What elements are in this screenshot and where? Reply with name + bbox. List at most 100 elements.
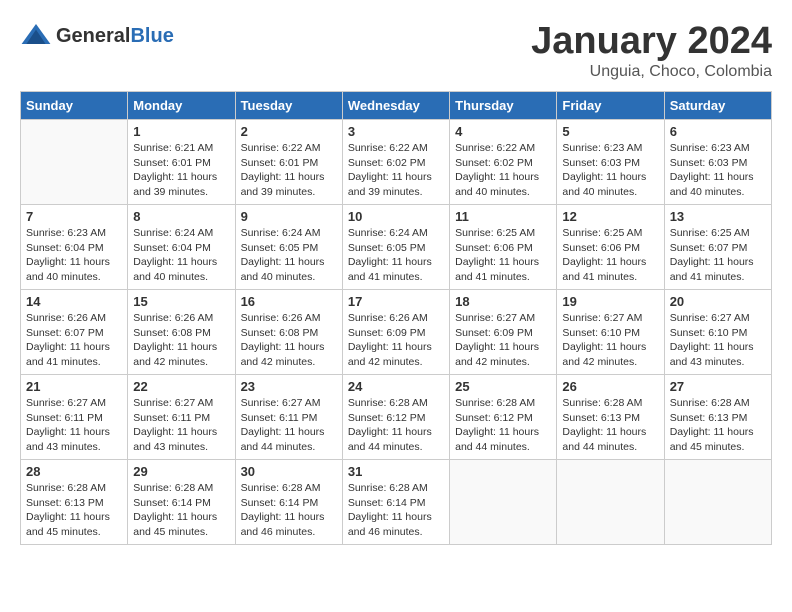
day-info: Sunrise: 6:28 AMSunset: 6:14 PMDaylight:… [348,481,444,540]
calendar-cell [664,460,771,545]
day-info: Sunrise: 6:27 AMSunset: 6:09 PMDaylight:… [455,311,551,370]
calendar-cell: 6 Sunrise: 6:23 AMSunset: 6:03 PMDaylight… [664,120,771,205]
calendar-cell: 5Sunrise: 6:23 AMSunset: 6:03 PMDaylight… [557,120,664,205]
day-info: Sunrise: 6:24 AMSunset: 6:04 PMDaylight:… [133,226,229,285]
day-number: 4 [455,124,551,139]
day-info: Sunrise: 6:28 AMSunset: 6:12 PMDaylight:… [348,396,444,455]
logo-blue: Blue [130,25,173,47]
weekday-header-friday: Friday [557,92,664,120]
calendar-cell: 19Sunrise: 6:27 AMSunset: 6:10 PMDayligh… [557,290,664,375]
day-info: Sunrise: 6:27 AMSunset: 6:11 PMDaylight:… [133,396,229,455]
calendar-cell: 25Sunrise: 6:28 AMSunset: 6:12 PMDayligh… [450,375,557,460]
day-info: Sunrise: 6:28 AMSunset: 6:14 PMDaylight:… [241,481,337,540]
day-number: 12 [562,209,658,224]
day-info: Sunrise: 6:28 AMSunset: 6:13 PMDaylight:… [26,481,122,540]
weekday-header-wednesday: Wednesday [342,92,449,120]
logo-general: General [56,25,130,47]
title-block: January 2024 Unguia, Choco, Colombia [531,20,772,81]
calendar-cell: 28 Sunrise: 6:28 AMSunset: 6:13 PMDayligh… [21,460,128,545]
calendar-cell: 7 Sunrise: 6:23 AMSunset: 6:04 PMDaylight… [21,205,128,290]
week-row-3: 21 Sunrise: 6:27 AMSunset: 6:11 PMDayligh… [21,375,772,460]
day-info: Sunrise: 6:22 AMSunset: 6:02 PMDaylight:… [348,141,444,200]
day-info: Sunrise: 6:28 AMSunset: 6:13 PMDaylight:… [562,396,658,455]
weekday-header-sunday: Sunday [21,92,128,120]
calendar-cell: 15Sunrise: 6:26 AMSunset: 6:08 PMDayligh… [128,290,235,375]
calendar-cell: 17 Sunrise: 6:26 AMSunset: 6:09 PMDayligh… [342,290,449,375]
weekday-header-monday: Monday [128,92,235,120]
day-number: 13 [670,209,766,224]
weekday-header-thursday: Thursday [450,92,557,120]
calendar-cell: 29 Sunrise: 6:28 AMSunset: 6:14 PMDayligh… [128,460,235,545]
calendar-cell: 8 Sunrise: 6:24 AMSunset: 6:04 PMDaylight… [128,205,235,290]
calendar-cell: 21 Sunrise: 6:27 AMSunset: 6:11 PMDayligh… [21,375,128,460]
weekday-header-tuesday: Tuesday [235,92,342,120]
day-info: Sunrise: 6:23 AMSunset: 6:03 PMDaylight:… [670,141,766,200]
calendar-table: SundayMondayTuesdayWednesdayThursdayFrid… [20,91,772,545]
day-info: Sunrise: 6:26 AMSunset: 6:09 PMDaylight:… [348,311,444,370]
day-info: Sunrise: 6:27 AMSunset: 6:11 PMDaylight:… [241,396,337,455]
day-info: Sunrise: 6:28 AMSunset: 6:14 PMDaylight:… [133,481,229,540]
day-number: 16 [241,294,337,309]
calendar-cell: 23 Sunrise: 6:27 AMSunset: 6:11 PMDayligh… [235,375,342,460]
day-info: Sunrise: 6:27 AMSunset: 6:11 PMDaylight:… [26,396,122,455]
calendar-cell [21,120,128,205]
day-info: Sunrise: 6:26 AMSunset: 6:08 PMDaylight:… [133,311,229,370]
day-info: Sunrise: 6:26 AMSunset: 6:08 PMDaylight:… [241,311,337,370]
day-number: 31 [348,464,444,479]
day-number: 17 [348,294,444,309]
day-number: 1 [133,124,229,139]
day-number: 28 [26,464,122,479]
day-number: 3 [348,124,444,139]
calendar-cell: 30 Sunrise: 6:28 AMSunset: 6:14 PMDayligh… [235,460,342,545]
calendar-cell: 20 Sunrise: 6:27 AMSunset: 6:10 PMDayligh… [664,290,771,375]
day-number: 26 [562,379,658,394]
day-number: 9 [241,209,337,224]
day-number: 30 [241,464,337,479]
day-info: Sunrise: 6:25 AMSunset: 6:07 PMDaylight:… [670,226,766,285]
day-number: 8 [133,209,229,224]
calendar-cell: 18 Sunrise: 6:27 AMSunset: 6:09 PMDayligh… [450,290,557,375]
calendar-cell: 22 Sunrise: 6:27 AMSunset: 6:11 PMDayligh… [128,375,235,460]
calendar-cell: 14 Sunrise: 6:26 AMSunset: 6:07 PMDayligh… [21,290,128,375]
weekday-header-saturday: Saturday [664,92,771,120]
calendar-cell: 2 Sunrise: 6:22 AMSunset: 6:01 PMDaylight… [235,120,342,205]
calendar-cell: 24 Sunrise: 6:28 AMSunset: 6:12 PMDayligh… [342,375,449,460]
page-header: GeneralBlue January 2024 Unguia, Choco, … [20,20,772,81]
day-number: 14 [26,294,122,309]
calendar-cell: 4 Sunrise: 6:22 AMSunset: 6:02 PMDaylight… [450,120,557,205]
day-number: 22 [133,379,229,394]
day-info: Sunrise: 6:22 AMSunset: 6:02 PMDaylight:… [455,141,551,200]
day-number: 20 [670,294,766,309]
day-info: Sunrise: 6:22 AMSunset: 6:01 PMDaylight:… [241,141,337,200]
calendar-cell: 11Sunrise: 6:25 AMSunset: 6:06 PMDayligh… [450,205,557,290]
day-number: 23 [241,379,337,394]
day-info: Sunrise: 6:24 AMSunset: 6:05 PMDaylight:… [241,226,337,285]
calendar-cell: 26 Sunrise: 6:28 AMSunset: 6:13 PMDayligh… [557,375,664,460]
calendar-cell: 27Sunrise: 6:28 AMSunset: 6:13 PMDayligh… [664,375,771,460]
day-number: 5 [562,124,658,139]
logo: GeneralBlue [20,20,174,52]
day-number: 24 [348,379,444,394]
day-number: 29 [133,464,229,479]
location: Unguia, Choco, Colombia [531,63,772,81]
calendar-cell: 10Sunrise: 6:24 AMSunset: 6:05 PMDayligh… [342,205,449,290]
day-info: Sunrise: 6:25 AMSunset: 6:06 PMDaylight:… [562,226,658,285]
calendar-cell: 3 Sunrise: 6:22 AMSunset: 6:02 PMDaylight… [342,120,449,205]
day-number: 7 [26,209,122,224]
day-number: 6 [670,124,766,139]
calendar-cell: 16 Sunrise: 6:26 AMSunset: 6:08 PMDayligh… [235,290,342,375]
day-number: 21 [26,379,122,394]
week-row-0: 1Sunrise: 6:21 AMSunset: 6:01 PMDaylight… [21,120,772,205]
day-number: 18 [455,294,551,309]
day-info: Sunrise: 6:26 AMSunset: 6:07 PMDaylight:… [26,311,122,370]
calendar-cell [557,460,664,545]
logo-icon [20,20,52,52]
week-row-2: 14 Sunrise: 6:26 AMSunset: 6:07 PMDayligh… [21,290,772,375]
day-info: Sunrise: 6:23 AMSunset: 6:04 PMDaylight:… [26,226,122,285]
day-info: Sunrise: 6:27 AMSunset: 6:10 PMDaylight:… [670,311,766,370]
day-number: 10 [348,209,444,224]
week-row-4: 28 Sunrise: 6:28 AMSunset: 6:13 PMDayligh… [21,460,772,545]
day-number: 2 [241,124,337,139]
weekday-header-row: SundayMondayTuesdayWednesdayThursdayFrid… [21,92,772,120]
month-title: January 2024 [531,20,772,63]
